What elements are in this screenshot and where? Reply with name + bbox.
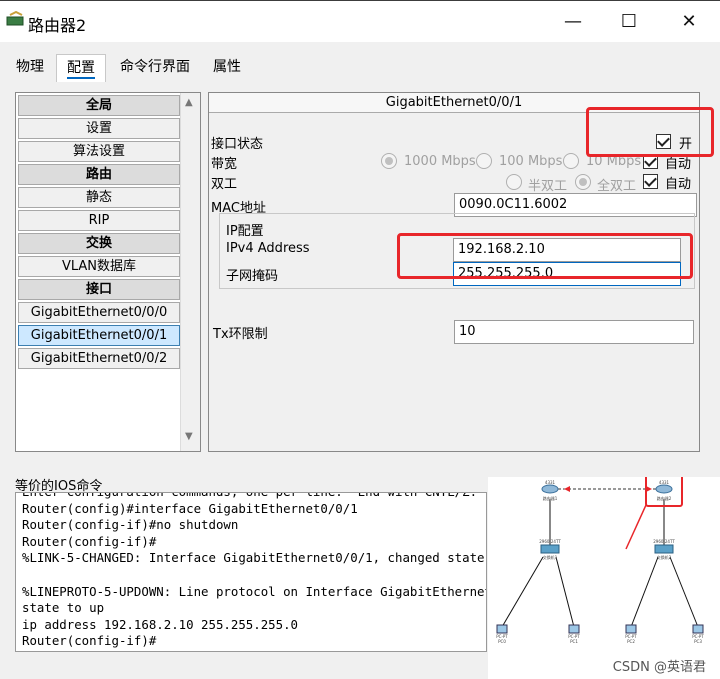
bandwidth-label: 带宽 <box>211 157 238 172</box>
bw-1000-label: 1000 Mbps <box>404 154 476 169</box>
nav-item-gig0-0-2[interactable]: GigabitEthernet0/0/2 <box>18 348 180 369</box>
half-duplex-label: 半双工 <box>528 179 568 194</box>
port-on-highlight-box <box>586 107 714 157</box>
nav-item-settings[interactable]: 设置 <box>18 118 180 139</box>
router-icon <box>655 484 673 494</box>
config-nav-panel: 全局 设置 算法设置 路由 静态 RIP 交换 VLAN数据库 接口 Gigab… <box>15 92 201 452</box>
full-duplex-radio[interactable] <box>575 174 591 190</box>
switch1[interactable]: 2960-24TT 交换机1 <box>539 539 561 560</box>
pc3[interactable]: PC-PT PC3 <box>692 624 704 644</box>
router1-name: 路由器1 <box>543 495 558 501</box>
tab-attributes[interactable]: 属性 <box>203 54 251 82</box>
duplex-label: 双工 <box>211 177 238 192</box>
switch2-pc2-link <box>630 556 659 628</box>
switch-icon <box>654 544 674 554</box>
nav-header-routing: 路由 <box>18 164 180 185</box>
nav-header-global: 全局 <box>18 95 180 116</box>
switch2[interactable]: 2960-24TT 交换机2 <box>653 539 675 560</box>
config-area: 全局 设置 算法设置 路由 静态 RIP 交换 VLAN数据库 接口 Gigab… <box>0 82 720 679</box>
close-button[interactable]: ✕ <box>666 8 712 36</box>
switch1-model: 2960-24TT <box>539 539 561 544</box>
switch1-name: 交换机1 <box>543 554 558 560</box>
minimize-button[interactable]: — <box>550 8 596 36</box>
subnet-mask-label: 子网掩码 <box>226 269 279 284</box>
router2[interactable]: 4331 路由器2 <box>655 480 673 501</box>
router1[interactable]: 4331 路由器1 <box>541 480 559 501</box>
pc3-name: PC3 <box>694 639 702 644</box>
switch2-name: 交换机2 <box>657 554 672 560</box>
bw-1000-radio[interactable] <box>381 153 397 169</box>
pc2[interactable]: PC-PT PC2 <box>625 624 637 644</box>
tab-bar: 物理 配置 命令行界面 属性 <box>0 42 720 82</box>
nav-scrollbar[interactable]: ▲ ▼ <box>180 93 200 451</box>
switch1-pc0-link <box>501 556 544 628</box>
router1-model: 4331 <box>545 480 556 485</box>
nav-item-gig0-0-1[interactable]: GigabitEthernet0/0/1 <box>18 325 180 346</box>
pc2-name: PC2 <box>627 639 635 644</box>
ipv4-label: IPv4 Address <box>226 241 310 256</box>
console-line: %LINEPROTO-5-UPDOWN: Line protocol on In… <box>22 583 486 599</box>
pc1-name: PC1 <box>570 639 578 644</box>
scroll-up-icon[interactable]: ▲ <box>185 97 193 108</box>
switch2-pc3-link <box>669 556 699 628</box>
nav-item-static[interactable]: 静态 <box>18 187 180 208</box>
switch-icon <box>540 544 560 554</box>
pc1[interactable]: PC-PT PC1 <box>568 624 580 644</box>
bw-100-radio[interactable] <box>476 153 492 169</box>
maximize-button[interactable]: ☐ <box>606 8 652 36</box>
ipv4-highlight-box <box>397 233 693 279</box>
router-app-icon <box>6 11 24 26</box>
tx-ring-label: Tx环限制 <box>213 327 268 342</box>
nav-item-rip[interactable]: RIP <box>18 210 180 231</box>
tx-ring-field[interactable]: 10 <box>454 320 694 344</box>
router2-model: 4331 <box>659 480 670 485</box>
pc-icon <box>496 624 508 634</box>
interface-panel: GigabitEthernet0/0/1 接口状态 开 带宽 1000 Mbps… <box>208 92 714 452</box>
tab-cli[interactable]: 命令行界面 <box>110 54 200 82</box>
title-bar: 路由器2 — ☐ ✕ <box>0 0 720 42</box>
console-line: Enter configuration commands, one per li… <box>22 493 486 501</box>
console-line: state to up <box>22 600 105 616</box>
topology-thumbnail: 4331 路由器1 4331 路由器2 2960-24TT 交换机1 2960-… <box>488 477 720 679</box>
nav-item-vlan-database[interactable]: VLAN数据库 <box>18 256 180 277</box>
nav-item-gig0-0-0[interactable]: GigabitEthernet0/0/0 <box>18 302 180 323</box>
console-line: Router(config)#interface GigabitEthernet… <box>22 500 358 516</box>
ios-console[interactable]: Enter configuration commands, one per li… <box>15 492 487 652</box>
switch1-pc1-link <box>555 556 575 628</box>
duplex-auto-checkbox[interactable] <box>643 174 658 189</box>
ip-config-label: IP配置 <box>226 224 264 239</box>
switch2-model: 2960-24TT <box>653 539 675 544</box>
link-down-icon <box>564 486 570 492</box>
annotation-arrow <box>625 504 647 550</box>
router-icon <box>541 484 559 494</box>
tab-physical[interactable]: 物理 <box>6 54 54 82</box>
csdn-watermark: CSDN @英语君 <box>612 660 706 675</box>
scroll-down-icon[interactable]: ▼ <box>185 431 193 442</box>
pc0[interactable]: PC-PT PC0 <box>496 624 508 644</box>
pc-icon <box>692 624 704 634</box>
console-line: Router(config-if)#no shutdown <box>22 517 239 533</box>
console-line: ip address 192.168.2.10 255.255.255.0 <box>22 616 299 632</box>
bw-10-radio[interactable] <box>563 153 579 169</box>
port-status-label: 接口状态 <box>211 137 264 152</box>
nav-header-interface: 接口 <box>18 279 180 300</box>
duplex-auto-label: 自动 <box>665 177 692 192</box>
router2-name: 路由器2 <box>657 495 672 501</box>
nav-item-algorithm-settings[interactable]: 算法设置 <box>18 141 180 162</box>
pc-icon <box>625 624 637 634</box>
tab-config[interactable]: 配置 <box>56 54 106 82</box>
full-duplex-label: 全双工 <box>597 179 637 194</box>
console-line: %LINK-5-CHANGED: Interface GigabitEthern… <box>22 550 487 566</box>
config-nav-list: 全局 设置 算法设置 路由 静态 RIP 交换 VLAN数据库 接口 Gigab… <box>18 95 180 371</box>
half-duplex-radio[interactable] <box>506 174 522 190</box>
pc0-name: PC0 <box>498 639 506 644</box>
console-line: Router(config-if)# <box>22 533 157 549</box>
pc-icon <box>568 624 580 634</box>
bw-100-label: 100 Mbps <box>499 154 563 169</box>
window-title: 路由器2 <box>28 16 87 35</box>
nav-header-switching: 交换 <box>18 233 180 254</box>
console-line: Router(config-if)# <box>22 633 157 649</box>
